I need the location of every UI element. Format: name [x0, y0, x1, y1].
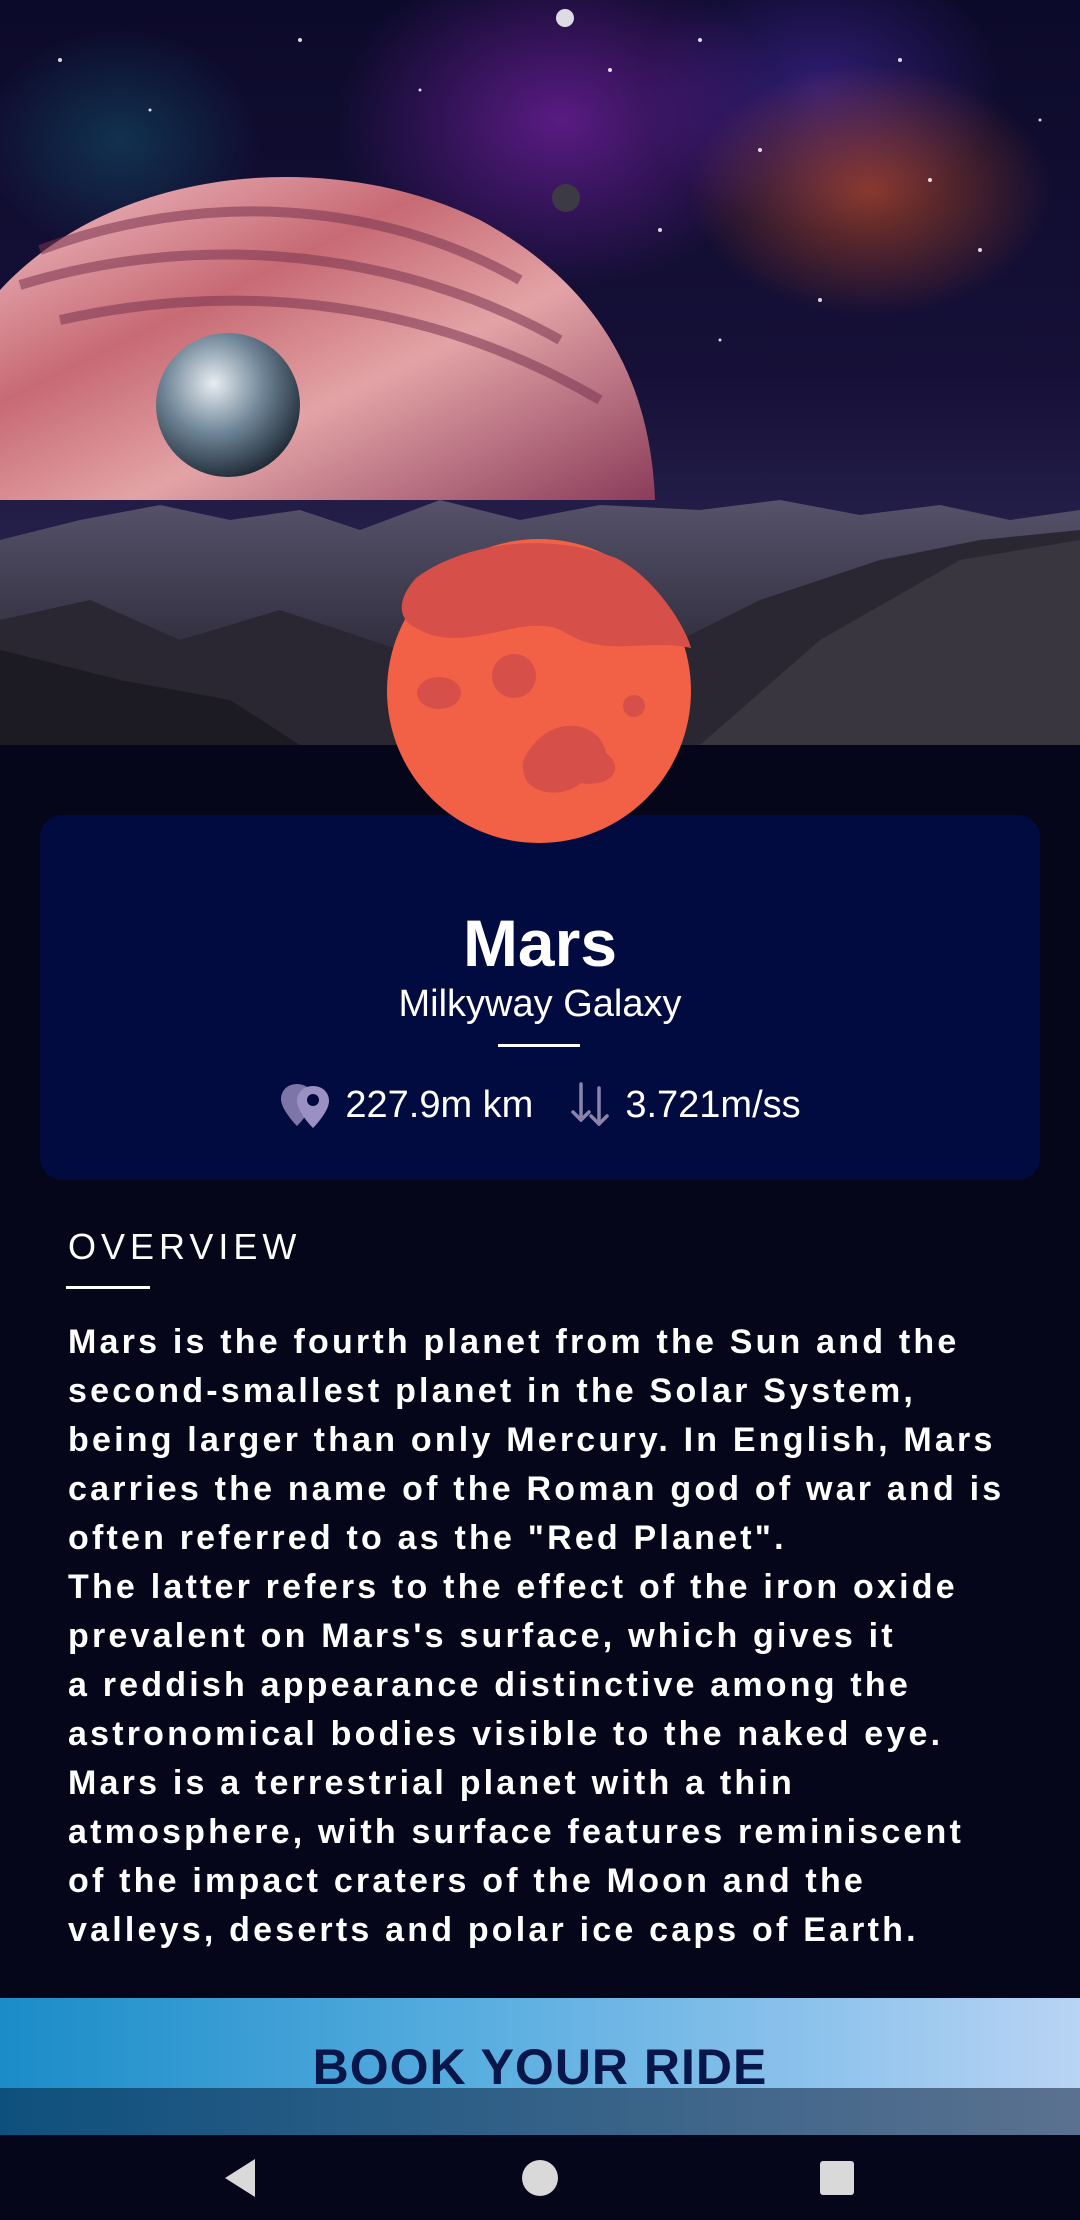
distance-stat: 227.9m km — [279, 1080, 533, 1130]
map-pins-icon — [281, 1084, 330, 1128]
galaxy-name: Milkyway Galaxy — [398, 983, 682, 1025]
button-overlay — [0, 2088, 1080, 2135]
overview-heading: OVERVIEW — [68, 1226, 302, 1267]
gravity-stat: 3.721m/ss — [567, 1080, 801, 1130]
back-triangle-icon[interactable] — [217, 2153, 267, 2203]
recents-square-icon[interactable] — [812, 2153, 862, 2203]
overview-text: Mars is the fourth planet from the Sun a… — [68, 1323, 1005, 1949]
system-navigation-bar — [0, 2135, 1080, 2220]
planet-info-card: Mars Milkyway Galaxy 227.9m km 3.721m/ss — [40, 815, 1040, 1180]
book-your-ride-button[interactable]: BOOK YOUR RIDE — [0, 1998, 1080, 2135]
home-circle-icon[interactable] — [515, 2153, 565, 2203]
gravity-value: 3.721m/ss — [625, 1083, 801, 1126]
mars-planet-icon — [387, 539, 691, 843]
arrows-down-up-icon — [571, 1082, 610, 1126]
overview-underline — [66, 1286, 150, 1289]
planet-stats: 227.9m km 3.721m/ss — [40, 1080, 1040, 1130]
distance-value: 227.9m km — [345, 1083, 534, 1126]
card-divider — [498, 1044, 580, 1047]
planet-name: Mars — [462, 906, 618, 980]
